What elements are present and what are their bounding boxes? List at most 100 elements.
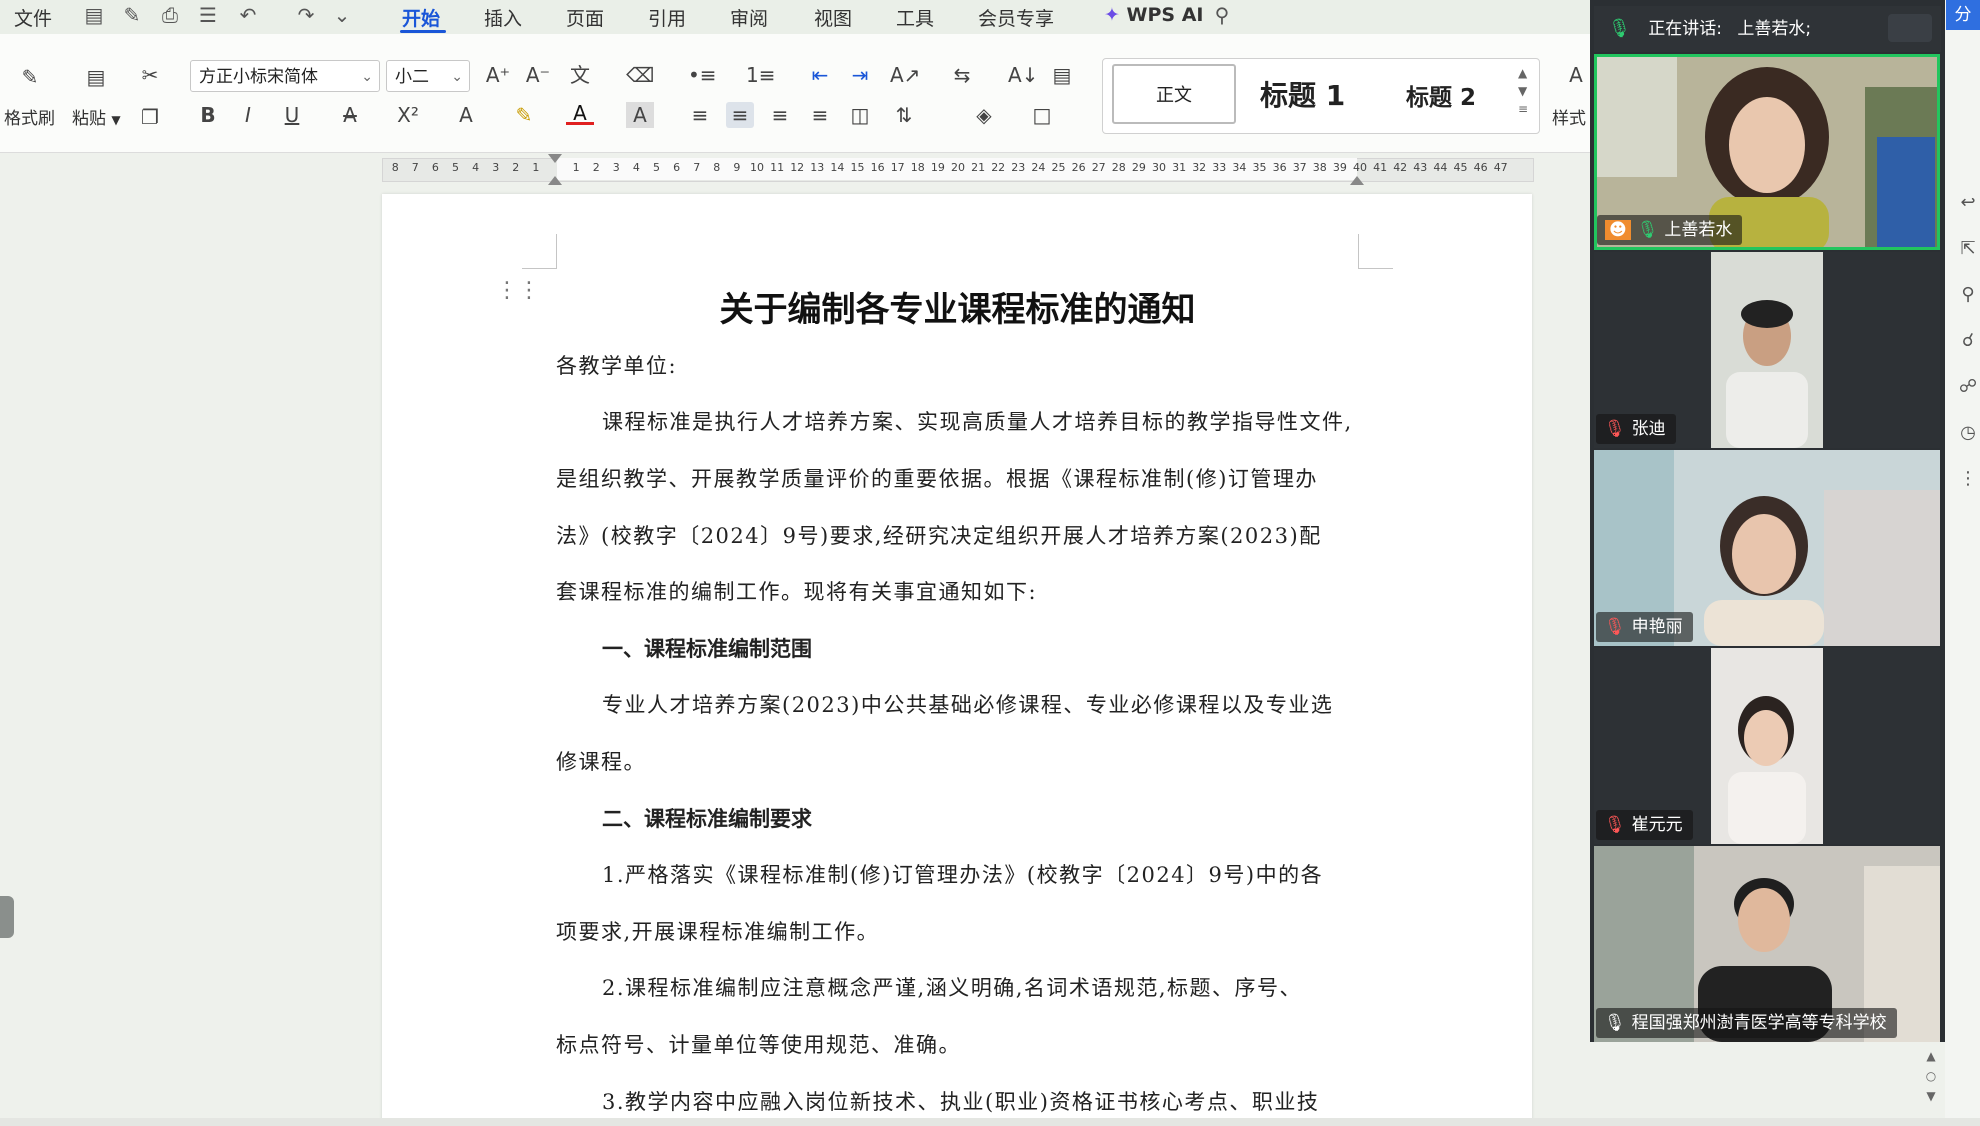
redo-icon[interactable]: ↷ [294,4,318,26]
next-page-icon[interactable]: ▼ [1922,1086,1940,1106]
paragraph-line[interactable]: 标点符号、计量单位等使用规范、准确。 [556,1029,961,1059]
align-left-icon[interactable]: ≡ [686,102,714,128]
paragraph-line[interactable]: 套课程标准的编制工作。现将有关事宜通知如下: [556,576,1037,606]
bold-icon[interactable]: B [194,102,222,128]
tab-insert[interactable]: 插入 [484,4,522,31]
paragraph-line[interactable]: 法》(校教字〔2024〕9号)要求,经研究决定组织开展人才培养方案(2023)配 [556,520,1322,550]
pin-icon[interactable]: ☌ [1956,318,1980,364]
paragraph-line[interactable]: 项要求,开展课程标准编制工作。 [556,916,879,946]
menu-file[interactable]: 文件 [14,4,52,31]
cut-icon[interactable]: ✂ [136,62,164,88]
grow-font-icon[interactable]: A⁺ [484,62,512,88]
tab-references[interactable]: 引用 [648,4,686,31]
prev-page-icon[interactable]: ▲ [1922,1046,1940,1066]
ruler-tick-label: 27 [1091,161,1106,174]
increase-indent-icon[interactable]: ⇥ [846,62,874,88]
justify-icon[interactable]: ≡ [806,102,834,128]
tab-view[interactable]: 视图 [814,4,852,31]
show-marks-icon[interactable]: ▤ [1048,62,1076,88]
print-icon[interactable]: ⎙ [158,4,182,26]
print-preview-icon[interactable]: ☰ [196,4,220,26]
section-heading[interactable]: 二、课程标准编制要求 [602,803,812,833]
line-spacing-icon[interactable]: ⇅ [890,102,918,128]
text-effect-icon[interactable]: A [452,102,480,128]
paste-label[interactable]: 粘贴 ▼ [72,104,121,129]
video-tile[interactable]: 🎙 申艳丽 [1594,450,1940,646]
page-dot-icon[interactable]: ○ [1922,1066,1940,1086]
tab-tools[interactable]: 工具 [896,4,934,31]
styles-label[interactable]: 样式 [1552,104,1586,129]
more-icon[interactable]: ⋮ [1956,456,1980,502]
section-heading[interactable]: 一、课程标准编制范围 [602,633,812,663]
clear-format-icon[interactable]: ⌫ [626,62,654,88]
char-shading-icon[interactable]: A [626,102,654,128]
tab-page[interactable]: 页面 [566,4,604,31]
panel-toggle-icon[interactable] [1888,14,1932,42]
strikethrough-icon[interactable]: A [336,102,364,128]
copy-icon[interactable]: ❐ [136,104,164,130]
sort-icon[interactable]: ⇆ [948,62,976,88]
font-name-select[interactable]: 方正小标宋简体 ⌄ [190,60,380,92]
video-tile[interactable]: 🎙 张迪 [1594,252,1940,448]
decrease-indent-icon[interactable]: ⇤ [806,62,834,88]
quick-access-chevron-icon[interactable]: ⌄ [330,4,354,26]
share-button[interactable]: 分 [1946,0,1980,30]
paragraph-line[interactable]: 2.课程标准编制应注意概念严谨,涵义明确,名词术语规范,标题、序号、 [602,972,1302,1002]
location-icon[interactable]: ⚲ [1956,272,1980,318]
side-panel-handle[interactable] [0,896,14,938]
shrink-font-icon[interactable]: A⁻ [524,62,552,88]
history-icon[interactable]: ◷ [1956,410,1980,456]
underline-icon[interactable]: U [278,102,306,128]
paragraph-line[interactable]: 课程标准是执行人才培养方案、实现高质量人才培养目标的教学指导性文件, [602,406,1353,436]
sort-az-icon[interactable]: A↓ [1008,62,1038,88]
distributed-align-icon[interactable]: ◫ [846,102,874,128]
paste-icon[interactable]: ▤ [82,64,110,90]
ruler-tick-label: 19 [930,161,945,174]
save-icon[interactable]: ▤ [82,4,106,26]
undo-icon[interactable]: ↶ [236,4,260,26]
select-icon[interactable]: ⇱ [1956,226,1980,272]
styles-scroll-icon[interactable]: ▲ ▼ ≡ [1518,64,1528,118]
shading-icon[interactable]: ◈ [970,102,998,128]
document-salutation[interactable]: 各教学单位: [556,350,677,380]
numbered-list-icon[interactable]: 1≡ [746,62,775,88]
search-icon[interactable]: ⚲ [1210,4,1234,26]
style-normal[interactable]: 正文 [1112,64,1236,124]
paragraph-line[interactable]: 3.教学内容中应融入岗位新技术、执业(职业)资格证书核心考点、职业技 [602,1086,1319,1116]
bullet-list-icon[interactable]: •≡ [688,62,717,88]
video-tile-active[interactable]: ☻ 🎙 上善若水 [1594,54,1940,250]
style-heading2[interactable]: 标题 2 [1406,78,1476,112]
paragraph-line[interactable]: 专业人才培养方案(2023)中公共基础必修课程、专业必修课程以及专业选 [602,689,1333,719]
tab-member[interactable]: 会员专享 [978,4,1054,31]
text-direction-icon[interactable]: A↗ [890,62,920,88]
format-painter-icon[interactable]: ✎ [16,64,44,90]
italic-icon[interactable]: I [234,102,262,128]
paragraph-line[interactable]: 1.严格落实《课程标准制(修)订管理办法》(校教字〔2024〕9号)中的各 [602,859,1323,889]
right-indent-marker[interactable] [1350,176,1364,185]
left-indent-marker[interactable] [548,176,562,185]
wps-ai-button[interactable]: ✦ WPS AI [1104,4,1204,26]
style-heading1[interactable]: 标题 1 [1260,74,1345,114]
video-tile[interactable]: 🎙 崔元元 [1594,648,1940,844]
highlight-icon[interactable]: ✎ [510,102,538,128]
ruler-tick-label: 7 [411,161,419,174]
video-tile[interactable]: 🎙 程国强郑州澍青医学高等专科学校 [1594,846,1940,1042]
styles-pane-icon[interactable]: A [1562,62,1590,88]
share-link-icon[interactable]: ☍ [1956,364,1980,410]
paragraph-line[interactable]: 是组织教学、开展教学质量评价的重要依据。根据《课程标准制(修)订管理办 [556,463,1318,493]
tab-review[interactable]: 审阅 [730,4,768,31]
edit-icon[interactable]: ↩ [1956,180,1980,226]
phonetic-guide-icon[interactable]: 文 [566,62,594,88]
font-color-icon[interactable]: A [566,100,594,125]
superscript-icon[interactable]: X² [394,102,422,128]
align-right-icon[interactable]: ≡ [766,102,794,128]
first-line-indent-marker[interactable] [548,154,562,163]
border-icon[interactable]: □ [1028,102,1056,128]
tab-home[interactable]: 开始 [402,4,440,31]
format-painter-label[interactable]: 格式刷 [4,104,55,129]
font-size-select[interactable]: 小二 ⌄ [386,60,470,92]
right-sidebar [1945,0,1980,1126]
align-center-icon[interactable]: ≡ [726,102,754,128]
export-icon[interactable]: ✎ [120,4,144,26]
paragraph-line[interactable]: 修课程。 [556,746,646,776]
